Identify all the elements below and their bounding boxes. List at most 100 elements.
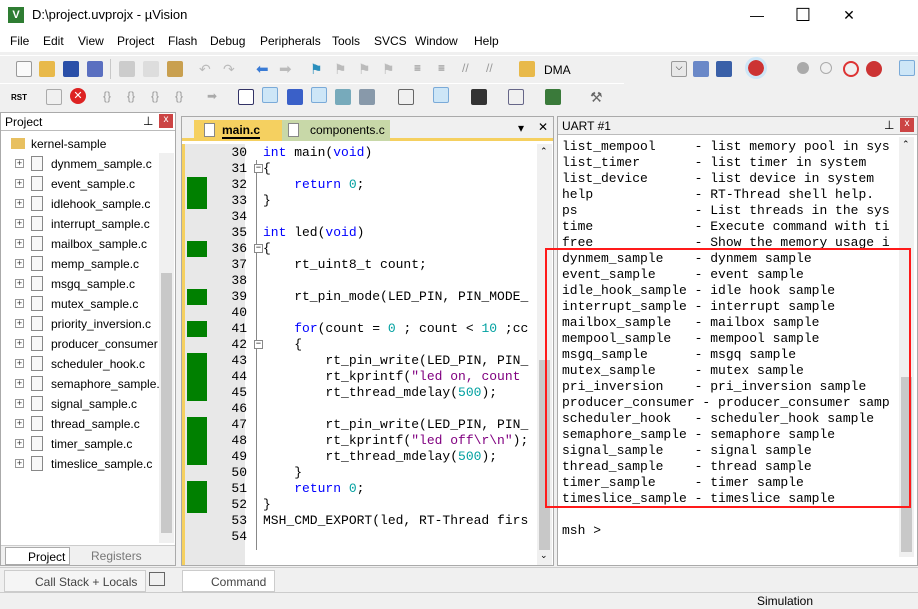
- close-editor-icon[interactable]: ✕: [538, 120, 548, 134]
- symbols-window-icon[interactable]: [287, 89, 303, 105]
- tree-file-item[interactable]: + producer_consumer: [1, 334, 161, 354]
- minimize-button[interactable]: —: [734, 0, 780, 30]
- step-over-icon[interactable]: {}: [127, 89, 143, 105]
- project-scrollbar[interactable]: [159, 153, 174, 543]
- dropdown-chevron-icon[interactable]: ⌵: [671, 61, 687, 77]
- copy-icon[interactable]: [143, 61, 159, 77]
- menu-file[interactable]: File: [10, 34, 29, 48]
- prev-bookmark-icon[interactable]: ⚑: [334, 61, 350, 77]
- tree-file-item[interactable]: + mutex_sample.c: [1, 294, 161, 314]
- comment-icon[interactable]: //: [462, 61, 478, 77]
- disassembly-window-icon[interactable]: [262, 87, 278, 103]
- scroll-up-icon[interactable]: ⌃: [540, 146, 548, 157]
- command-window-icon[interactable]: [238, 89, 254, 105]
- menu-project[interactable]: Project: [117, 34, 154, 48]
- tree-file-item[interactable]: + timer_sample.c: [1, 434, 161, 454]
- uncomment-icon[interactable]: //: [486, 61, 502, 77]
- expand-icon[interactable]: +: [15, 359, 24, 368]
- tab-call-stack-locals[interactable]: Call Stack + Locals: [4, 570, 147, 592]
- fold-collapse-icon[interactable]: −: [254, 244, 263, 253]
- tree-file-item[interactable]: + priority_inversion.c: [1, 314, 161, 334]
- paste-icon[interactable]: [167, 61, 183, 77]
- tree-file-item[interactable]: + scheduler_hook.c: [1, 354, 161, 374]
- expand-icon[interactable]: +: [15, 339, 24, 348]
- menu-help[interactable]: Help: [474, 34, 499, 48]
- clear-bookmarks-icon[interactable]: ⚑: [382, 61, 398, 77]
- cut-icon[interactable]: [119, 61, 135, 77]
- fold-collapse-icon[interactable]: −: [254, 340, 263, 349]
- navigate-forward-icon[interactable]: ➡: [279, 60, 295, 78]
- expand-icon[interactable]: +: [15, 259, 24, 268]
- tree-file-item[interactable]: + signal_sample.c: [1, 394, 161, 414]
- kill-all-breakpoints-icon[interactable]: [866, 61, 882, 77]
- close-pane-icon[interactable]: x: [159, 114, 173, 128]
- registers-window-icon[interactable]: [311, 87, 327, 103]
- undo-icon[interactable]: ↶: [199, 61, 215, 77]
- expand-icon[interactable]: +: [15, 159, 24, 168]
- menu-window[interactable]: Window: [415, 34, 458, 48]
- tree-file-item[interactable]: + thread_sample.c: [1, 414, 161, 434]
- code-editor[interactable]: 30 int main(void) 31−{32 return 0; 33} 34 35 i…: [182, 144, 537, 565]
- menu-tools[interactable]: Tools: [332, 34, 360, 48]
- open-folder-icon[interactable]: [39, 61, 55, 77]
- expand-icon[interactable]: +: [15, 379, 24, 388]
- target-options-icon[interactable]: [519, 61, 535, 77]
- trace-windows-icon[interactable]: [508, 89, 524, 105]
- tree-file-item[interactable]: + interrupt_sample.c: [1, 214, 161, 234]
- toolbox-icon[interactable]: ⚒: [590, 89, 606, 105]
- tree-file-item[interactable]: + memp_sample.c: [1, 254, 161, 274]
- navigate-back-icon[interactable]: ⬅: [256, 60, 272, 78]
- window-layout-icon[interactable]: [899, 60, 915, 76]
- pin-icon[interactable]: ⊥: [884, 118, 894, 132]
- expand-icon[interactable]: +: [15, 199, 24, 208]
- expand-icon[interactable]: +: [15, 219, 24, 228]
- step-out-icon[interactable]: {}: [151, 89, 167, 105]
- watch-icon[interactable]: [149, 572, 165, 586]
- expand-icon[interactable]: +: [15, 179, 24, 188]
- menu-peripherals[interactable]: Peripherals: [260, 34, 321, 48]
- call-stack-icon[interactable]: [335, 89, 351, 105]
- expand-icon[interactable]: +: [15, 319, 24, 328]
- tree-file-item[interactable]: + semaphore_sample.: [1, 374, 161, 394]
- menu-debug[interactable]: Debug: [210, 34, 245, 48]
- fold-collapse-icon[interactable]: −: [254, 164, 263, 173]
- expand-icon[interactable]: +: [15, 299, 24, 308]
- tree-file-item[interactable]: + timeslice_sample.c: [1, 454, 161, 474]
- menu-flash[interactable]: Flash: [168, 34, 197, 48]
- maximize-button[interactable]: ☐: [780, 0, 826, 30]
- save-icon[interactable]: [63, 61, 79, 77]
- expand-icon[interactable]: +: [15, 239, 24, 248]
- save-all-icon[interactable]: [87, 61, 103, 77]
- scroll-down-icon[interactable]: ⌄: [540, 550, 548, 561]
- disable-breakpoint-icon[interactable]: [820, 62, 832, 74]
- new-file-icon[interactable]: [16, 61, 32, 77]
- expand-icon[interactable]: +: [15, 439, 24, 448]
- breakpoint-icon[interactable]: [797, 62, 809, 74]
- step-into-icon[interactable]: {}: [103, 89, 119, 105]
- tree-file-item[interactable]: + msgq_sample.c: [1, 274, 161, 294]
- expand-icon[interactable]: +: [15, 419, 24, 428]
- run-to-cursor-icon[interactable]: {}: [175, 89, 191, 105]
- redo-icon[interactable]: ↷: [223, 61, 239, 77]
- tree-file-item[interactable]: + dynmem_sample.c: [1, 154, 161, 174]
- scroll-up-icon[interactable]: ⌃: [902, 139, 910, 150]
- run-icon[interactable]: [46, 89, 62, 105]
- tab-project[interactable]: Project: [5, 547, 71, 565]
- menu-svcs[interactable]: SVCS: [374, 34, 407, 48]
- watch-windows-icon[interactable]: [359, 89, 375, 105]
- expand-icon[interactable]: +: [15, 279, 24, 288]
- debug-session-icon[interactable]: [745, 57, 767, 79]
- close-button[interactable]: ✕: [826, 0, 872, 30]
- tree-root[interactable]: kernel-sample: [1, 134, 161, 154]
- project-scroll-thumb[interactable]: [161, 273, 172, 533]
- expand-icon[interactable]: +: [15, 459, 24, 468]
- tab-command[interactable]: Command: [182, 570, 276, 592]
- bookmark-icon[interactable]: ⚑: [310, 61, 326, 77]
- tree-file-item[interactable]: + event_sample.c: [1, 174, 161, 194]
- pin-icon[interactable]: ⊥: [143, 114, 153, 128]
- tab-list-dropdown-icon[interactable]: ▾: [518, 121, 524, 135]
- memory-windows-icon[interactable]: [398, 89, 414, 105]
- serial-windows-icon[interactable]: [433, 87, 449, 103]
- menu-view[interactable]: View: [78, 34, 104, 48]
- find-in-files-icon[interactable]: [693, 61, 709, 77]
